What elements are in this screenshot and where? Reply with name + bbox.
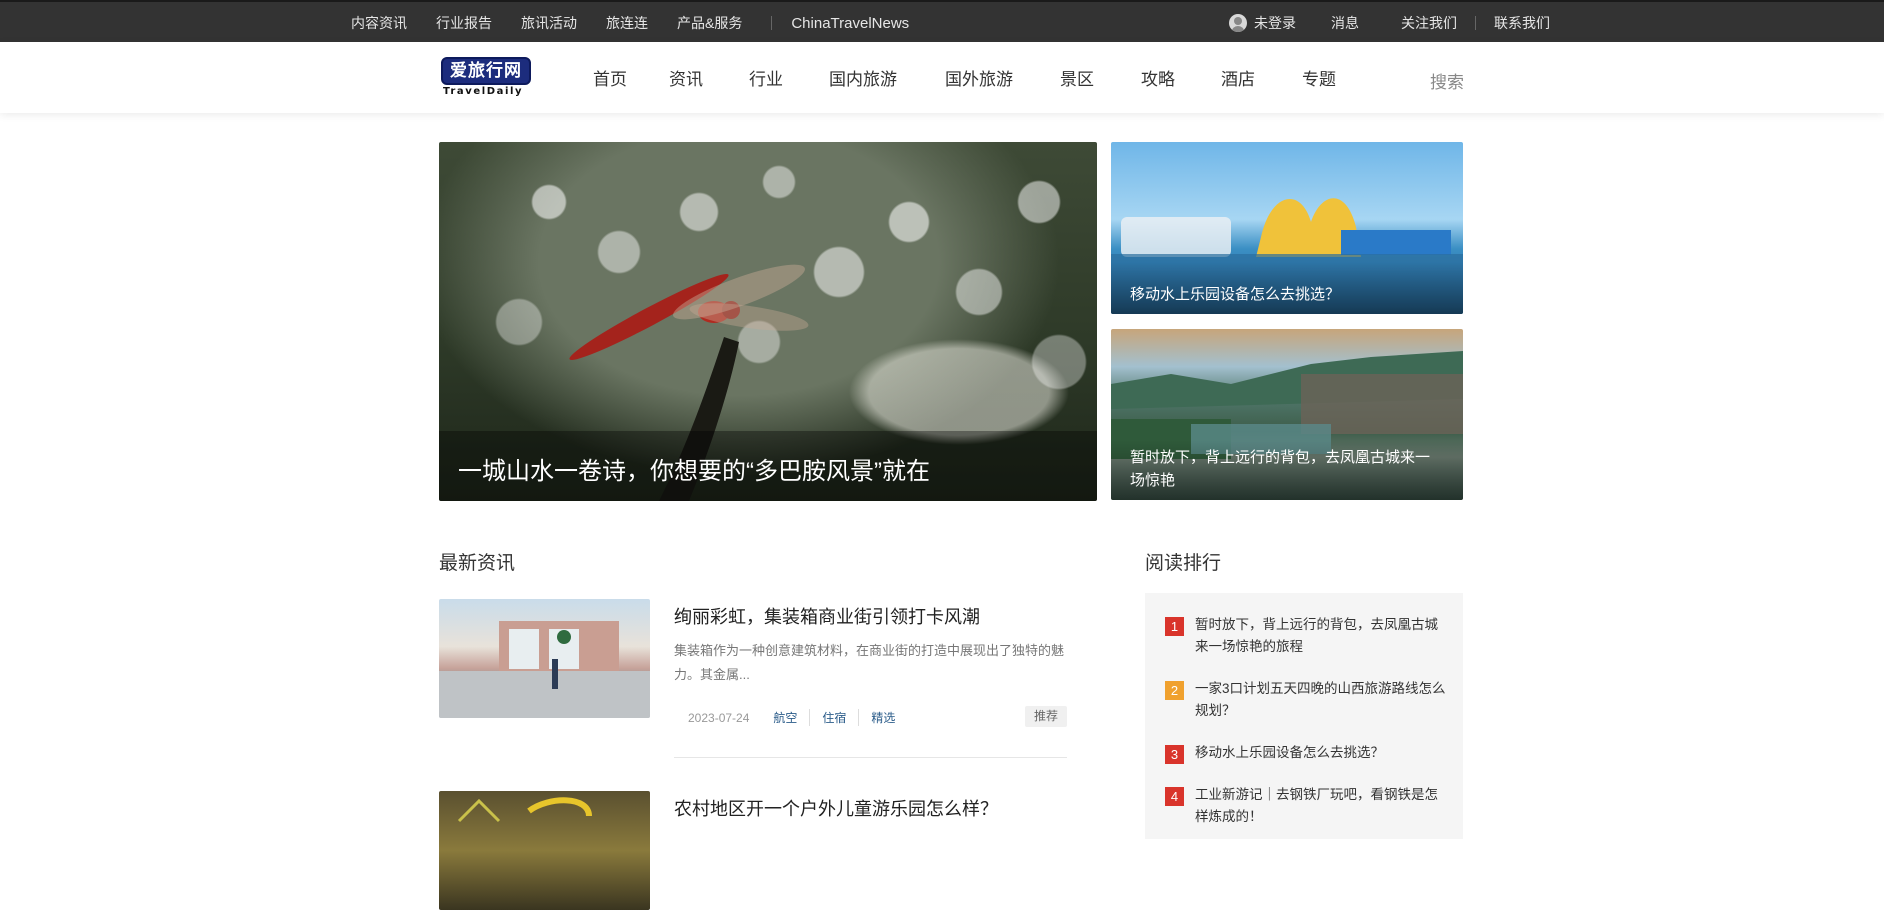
hero-side-card-1[interactable]: 移动水上乐园设备怎么去挑选？ — [1111, 142, 1463, 314]
hero-side-caption-2: 暂时放下，背上远行的背包，去凤凰古城来一场惊艳 — [1111, 440, 1463, 500]
rank-title-3[interactable]: 移动水上乐园设备怎么去挑选？ — [1195, 742, 1450, 764]
top-left-links: 内容资讯 行业报告 旅讯活动 旅连连 产品&服务 ChinaTravelNews — [351, 2, 909, 44]
login-link[interactable]: 未登录 — [1229, 13, 1296, 33]
main-nav: 首页 资讯 行业 国内旅游 国外旅游 景区 攻略 酒店 专题 — [593, 42, 1336, 113]
rank-title-1[interactable]: 暂时放下，背上远行的背包，去凤凰古城来一场惊艳的旅程 — [1195, 614, 1450, 658]
ranking-heading: 阅读排行 — [1145, 553, 1222, 574]
nav-domestic-travel[interactable]: 国内旅游 — [829, 65, 897, 90]
nav-home[interactable]: 首页 — [593, 65, 627, 90]
site-logo[interactable]: 爱旅行网 TravelDaily — [441, 57, 533, 99]
nav-topics[interactable]: 专题 — [1302, 65, 1336, 90]
news-image-1 — [439, 621, 650, 718]
news-date-1: 2023-07-24 — [688, 710, 750, 725]
ranking-list: 1 暂时放下，背上远行的背包，去凤凰古城来一场惊艳的旅程 2 一家3口计划五天四… — [1145, 593, 1463, 839]
news-image-2 — [457, 797, 592, 823]
rank-title-4[interactable]: 工业新游记｜去钢铁厂玩吧，看钢铁是怎样炼成的！ — [1195, 784, 1450, 828]
news-tag-aviation[interactable]: 航空 — [773, 709, 809, 726]
top-right-links: 未登录 消息 关注我们 联系我们 — [1229, 2, 1550, 44]
contact-us-link[interactable]: 联系我们 — [1494, 13, 1550, 33]
hero-main-caption: 一城山水一卷诗，你想要的“多巴胺风景”就在 — [458, 458, 930, 485]
news-title-2[interactable]: 农村地区开一个户外儿童游乐园怎么样？ — [674, 795, 998, 821]
news-meta-1: 2023-07-24 航空 住宿 精选 — [688, 709, 907, 726]
top-divider — [771, 16, 773, 30]
top-right-divider — [1475, 16, 1476, 30]
news-summary-1: 集装箱作为一种创意建筑材料，在商业街的打造中展现出了独特的魅力。其金属... — [674, 643, 1065, 682]
user-avatar-icon — [1229, 14, 1247, 32]
nav-news[interactable]: 资讯 — [669, 65, 703, 90]
nav-guides[interactable]: 攻略 — [1141, 65, 1175, 90]
top-link-content[interactable]: 内容资讯 — [351, 13, 407, 33]
nav-hotels[interactable]: 酒店 — [1221, 65, 1255, 90]
news-recommend-badge: 推荐 — [1025, 706, 1067, 727]
top-link-lvlianlian[interactable]: 旅连连 — [606, 13, 648, 33]
news-tag-lodging[interactable]: 住宿 — [809, 709, 858, 726]
rank-number-1: 1 — [1165, 617, 1184, 636]
rank-number-3: 3 — [1165, 745, 1184, 764]
messages-link[interactable]: 消息 — [1331, 13, 1359, 33]
login-label: 未登录 — [1254, 15, 1296, 31]
nav-industry[interactable]: 行业 — [749, 65, 783, 90]
hero-side-caption-1: 移动水上乐园设备怎么去挑选？ — [1111, 262, 1463, 314]
rank-number-2: 2 — [1165, 681, 1184, 700]
hero-side-card-2[interactable]: 暂时放下，背上远行的背包，去凤凰古城来一场惊艳 — [1111, 329, 1463, 500]
rank-number-4: 4 — [1165, 787, 1184, 806]
top-link-products[interactable]: 产品&服务 — [677, 13, 742, 33]
top-link-chinatravelnews[interactable]: ChinaTravelNews — [791, 15, 909, 32]
news-divider — [674, 757, 1067, 758]
follow-us-link[interactable]: 关注我们 — [1401, 13, 1457, 33]
nav-scenic-spots[interactable]: 景区 — [1060, 65, 1094, 90]
news-thumb-2[interactable] — [439, 791, 650, 910]
news-tag-featured[interactable]: 精选 — [858, 709, 907, 726]
nav-overseas-travel[interactable]: 国外旅游 — [945, 65, 1013, 90]
hero-main-caption-bar: 一城山水一卷诗，你想要的“多巴胺风景”就在 — [439, 431, 1097, 501]
news-thumb-1[interactable] — [439, 599, 650, 718]
rank-title-2[interactable]: 一家3口计划五天四晚的山西旅游路线怎么规划？ — [1195, 678, 1450, 722]
hero-main-card[interactable]: 一城山水一卷诗，你想要的“多巴胺风景”就在 — [439, 142, 1097, 501]
latest-news-heading: 最新资讯 — [439, 553, 516, 574]
search-link[interactable]: 搜索 — [1430, 68, 1464, 93]
top-link-events[interactable]: 旅讯活动 — [521, 13, 577, 33]
top-link-reports[interactable]: 行业报告 — [436, 13, 492, 33]
main-navbar: 爱旅行网 TravelDaily 首页 资讯 行业 国内旅游 国外旅游 景区 攻… — [0, 42, 1884, 113]
top-utility-bar: 内容资讯 行业报告 旅讯活动 旅连连 产品&服务 ChinaTravelNews… — [0, 0, 1884, 42]
logo-badge: 爱旅行网 — [441, 57, 531, 85]
logo-subtitle: TravelDaily — [443, 86, 524, 97]
news-title-1[interactable]: 绚丽彩虹，集装箱商业街引领打卡风潮 — [674, 603, 980, 629]
